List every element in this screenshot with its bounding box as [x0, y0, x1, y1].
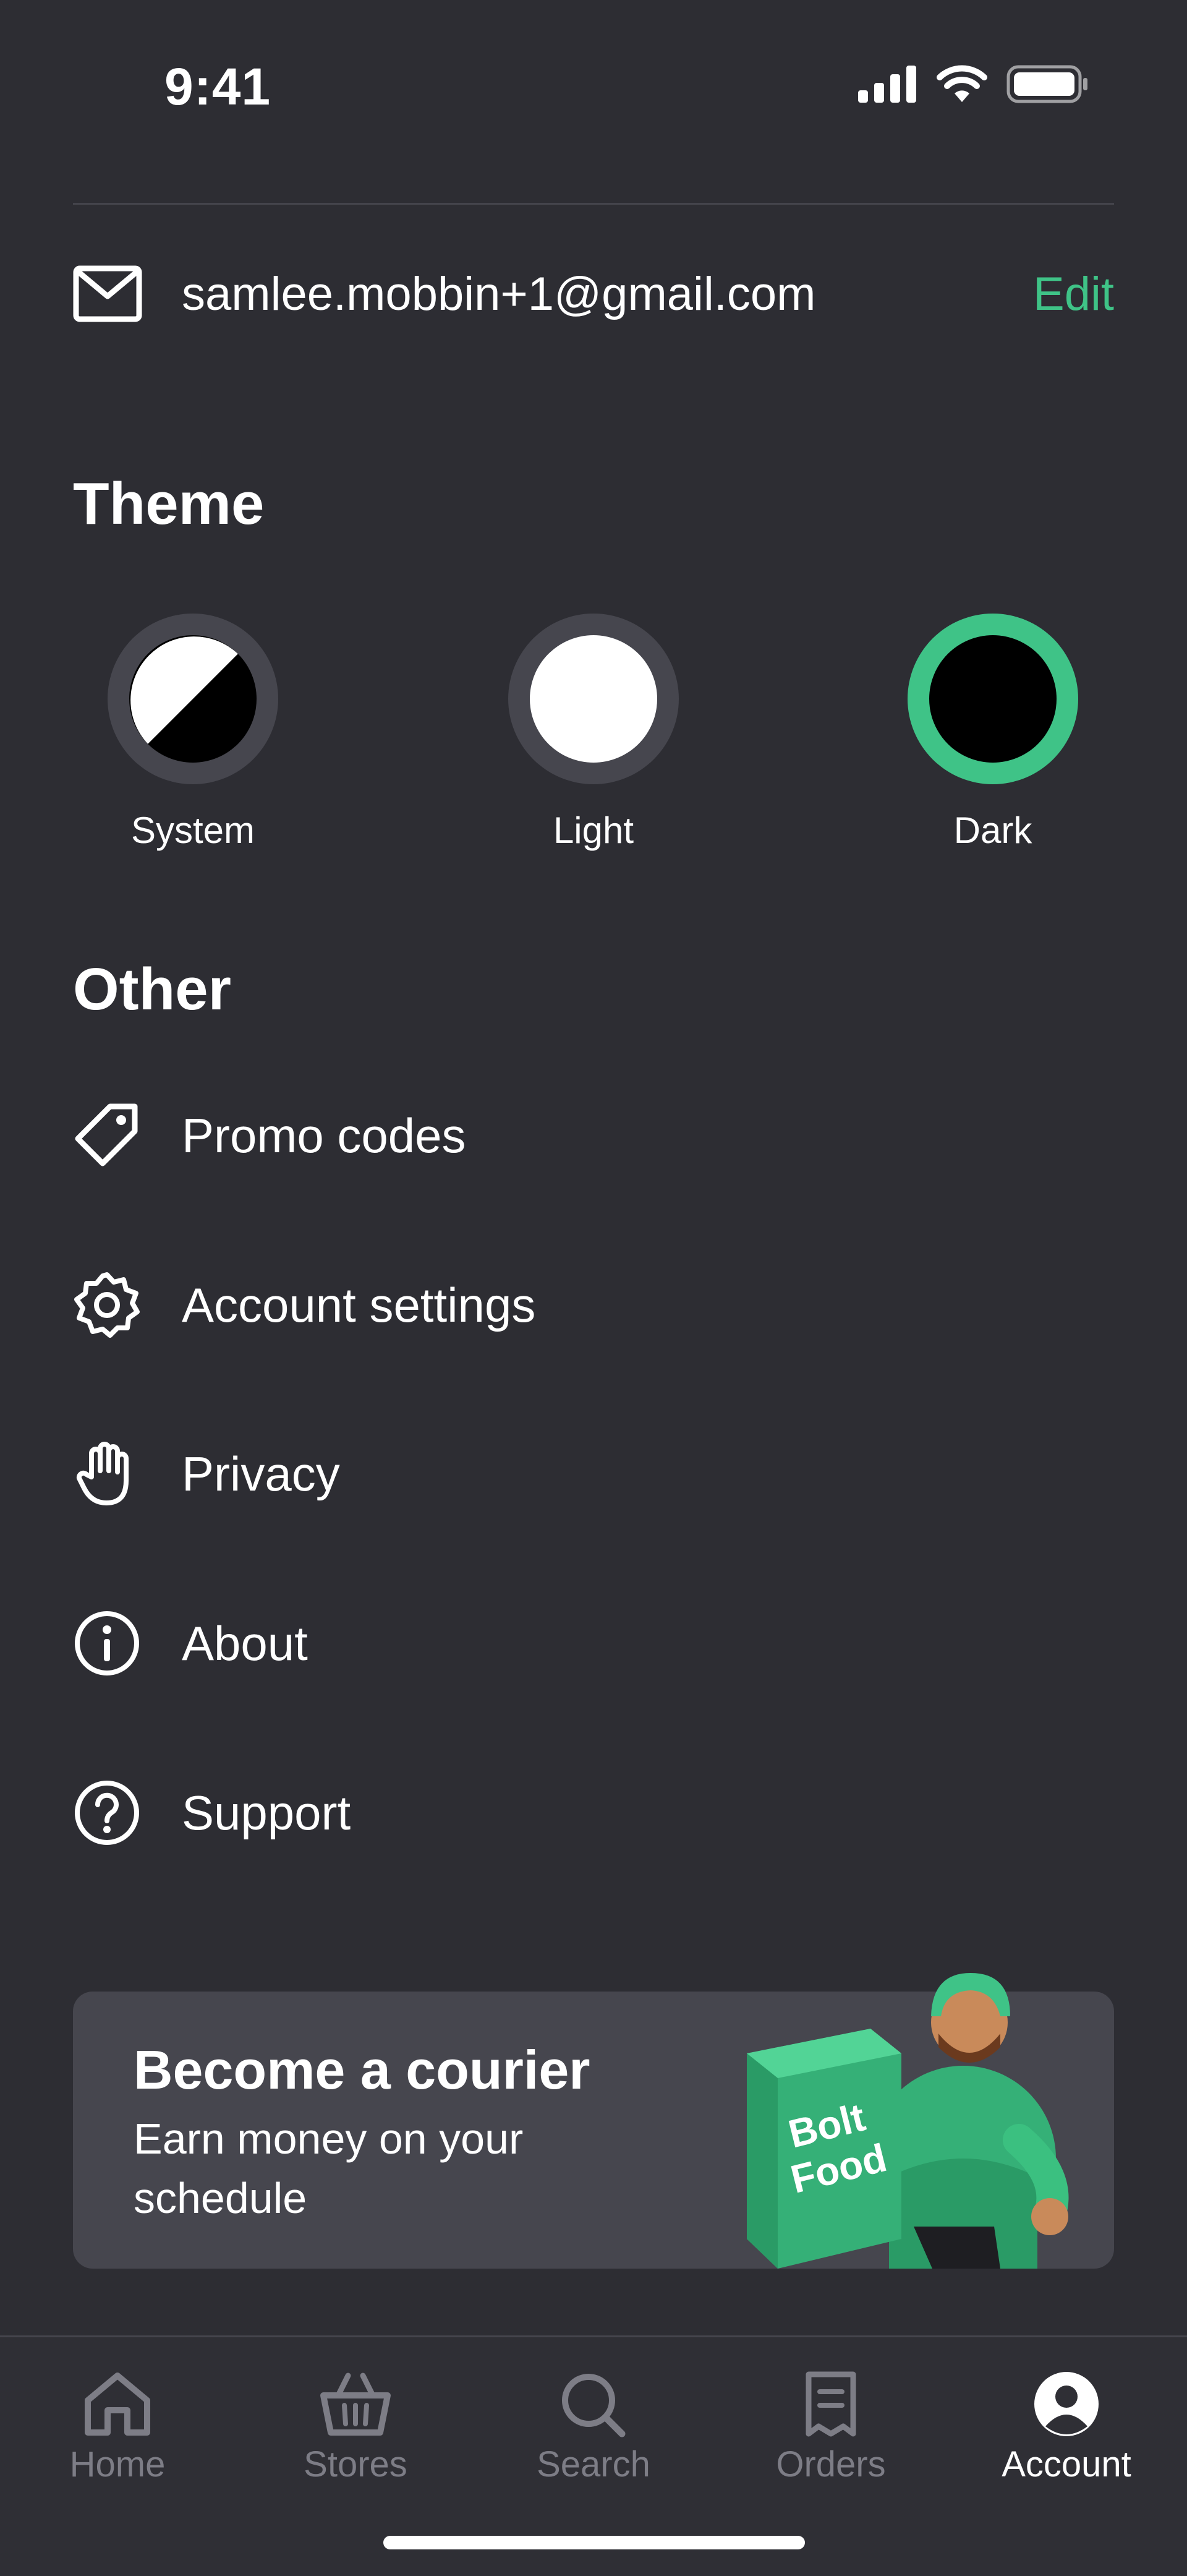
list-item-label: Promo codes: [182, 1108, 466, 1163]
basket-icon: [275, 2367, 436, 2441]
tab-label: Stores: [304, 2444, 407, 2484]
theme-option-label: Light: [553, 810, 634, 851]
list-item-label: Account settings: [182, 1277, 536, 1332]
status-icons: [858, 65, 1088, 103]
theme-option-label: Dark: [953, 810, 1032, 851]
status-time: 9:41: [164, 58, 271, 116]
theme-option-light[interactable]: Light: [501, 614, 686, 852]
list-item-support[interactable]: Support: [73, 1769, 1114, 1856]
theme-option-dark[interactable]: Dark: [900, 614, 1086, 852]
dark-theme-icon: [908, 614, 1078, 784]
battery-icon: [1006, 65, 1087, 103]
tab-label: Account: [1002, 2444, 1131, 2484]
info-icon: [73, 1607, 145, 1679]
edit-email-button[interactable]: Edit: [1033, 267, 1114, 321]
become-courier-banner[interactable]: Become a courier Earn money on your sche…: [73, 1973, 1114, 2269]
tab-label: Search: [537, 2444, 650, 2484]
tag-icon: [73, 1100, 145, 1171]
tab-home[interactable]: Home: [37, 2367, 198, 2485]
list-item-label: Privacy: [182, 1446, 340, 1501]
home-icon: [37, 2367, 198, 2441]
top-divider: [73, 203, 1114, 205]
account-icon: [986, 2367, 1147, 2441]
theme-option-system[interactable]: System: [100, 614, 286, 852]
banner-subtitle: Earn money on your schedule: [134, 2115, 524, 2222]
list-item-privacy[interactable]: Privacy: [73, 1431, 1114, 1517]
courier-illustration: Bolt Food: [747, 1973, 1069, 2269]
hand-icon: [73, 1438, 145, 1510]
tab-stores[interactable]: Stores: [275, 2367, 436, 2485]
search-icon: [513, 2367, 674, 2441]
tab-label: Home: [69, 2444, 166, 2484]
list-item-account-settings[interactable]: Account settings: [73, 1262, 1114, 1348]
banner-title: Become a courier: [134, 2039, 590, 2100]
light-theme-icon: [508, 614, 679, 784]
mail-icon: [73, 265, 142, 322]
tab-orders[interactable]: Orders: [751, 2367, 911, 2485]
other-title: Other: [73, 956, 232, 1022]
tab-label: Orders: [776, 2444, 886, 2484]
email-row: samlee.mobbin+1@gmail.com Edit: [73, 260, 1114, 328]
tab-search[interactable]: Search: [513, 2367, 674, 2485]
wifi-icon: [937, 65, 987, 102]
email-text: samlee.mobbin+1@gmail.com: [182, 267, 816, 320]
system-theme-icon: [108, 614, 278, 784]
list-item-label: Support: [182, 1785, 351, 1840]
help-icon: [73, 1777, 145, 1849]
list-item-about[interactable]: About: [73, 1600, 1114, 1687]
tab-account[interactable]: Account: [986, 2367, 1147, 2485]
theme-option-label: System: [130, 810, 255, 851]
gear-icon: [73, 1269, 145, 1341]
theme-title: Theme: [73, 471, 265, 537]
receipt-icon: [751, 2367, 911, 2441]
signal-icon: [858, 66, 916, 103]
home-indicator: [383, 2536, 805, 2549]
list-item-label: About: [182, 1615, 308, 1671]
list-item-promo-codes[interactable]: Promo codes: [73, 1092, 1114, 1179]
